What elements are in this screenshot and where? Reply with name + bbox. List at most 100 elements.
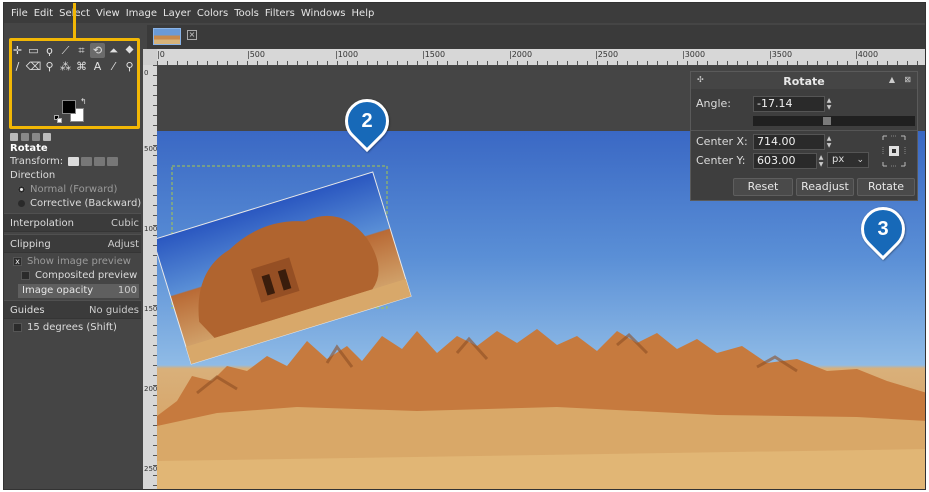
device-status-tab-icon[interactable] — [21, 133, 29, 141]
image-tabs-row: × — [147, 25, 925, 49]
dialog-separator — [691, 130, 917, 131]
ruler-mark: 0 — [144, 69, 149, 77]
warp-tool-icon[interactable]: ⏶ — [106, 43, 121, 58]
dialog-pin-icon[interactable]: ▲ — [889, 75, 895, 84]
readjust-button[interactable]: Readjust — [796, 178, 854, 196]
dialog-close-icon[interactable]: ⊠ — [904, 75, 911, 84]
rotated-image-preview — [157, 171, 412, 365]
transform-path-icon[interactable] — [94, 156, 106, 166]
menu-file[interactable]: File — [11, 8, 28, 19]
eraser-tool-icon[interactable]: ⌫ — [26, 59, 42, 74]
rotate-dialog-title: Rotate — [783, 75, 825, 88]
image-opacity-slider[interactable]: Image opacity 100 — [18, 284, 139, 298]
direction-normal-label: Normal (Forward) — [30, 184, 118, 195]
swap-colors-icon[interactable]: ↰ — [80, 97, 87, 106]
constrain-checkbox[interactable] — [13, 322, 22, 332]
center-y-input[interactable]: 603.00 — [753, 153, 817, 169]
angle-slider[interactable] — [753, 116, 915, 126]
transform-label: Transform: — [10, 156, 64, 167]
crop-tool-icon[interactable]: ⌗ — [74, 43, 89, 58]
guides-row[interactable]: Guides No guides — [4, 300, 141, 319]
angle-slider-knob[interactable] — [823, 117, 831, 125]
zoom-tool-icon[interactable]: ⚲ — [122, 59, 137, 74]
bucket-fill-tool-icon[interactable]: ⯁ — [122, 43, 137, 58]
composited-preview-checkbox[interactable] — [21, 270, 30, 280]
clone-tool-icon[interactable]: ⚲ — [42, 59, 57, 74]
paths-tool-icon[interactable]: ⌘ — [74, 59, 89, 74]
direction-corrective-label: Corrective (Backward) — [30, 198, 141, 209]
menu-help[interactable]: Help — [352, 8, 375, 19]
show-preview-checkbox[interactable]: x — [13, 256, 22, 266]
clipping-row[interactable]: Clipping Adjust — [4, 234, 141, 253]
text-tool-icon[interactable]: A — [90, 59, 105, 74]
transform-row: Transform: — [4, 155, 141, 169]
menu-windows[interactable]: Windows — [301, 8, 346, 19]
interpolation-value: Cubic — [111, 218, 139, 229]
rect-select-tool-icon[interactable]: ▭ — [26, 43, 41, 58]
show-preview-option[interactable]: x Show image preview — [4, 255, 141, 269]
gimp-window: File Edit Select View Image Layer Colors… — [3, 2, 926, 490]
image-opacity-value: 100 — [117, 285, 137, 296]
direction-heading: Direction — [10, 170, 56, 181]
ruler-mark: |1500 — [422, 50, 446, 59]
center-y-spinner-icon[interactable]: ▲ ▼ — [817, 154, 825, 168]
tool-options-tab-icon[interactable] — [10, 133, 18, 141]
ruler-mark: |1000 — [335, 50, 359, 59]
ruler-corner[interactable] — [143, 49, 157, 65]
smudge-tool-icon[interactable]: ⁂ — [58, 59, 73, 74]
rotate-button[interactable]: Rotate — [857, 178, 915, 196]
paintbrush-tool-icon[interactable]: / — [10, 59, 25, 74]
transform-image-icon[interactable] — [107, 156, 119, 166]
fuzzy-select-tool-icon[interactable]: ⟋ — [58, 43, 73, 58]
menu-filters[interactable]: Filters — [265, 8, 295, 19]
menu-view[interactable]: View — [96, 8, 120, 19]
menu-image[interactable]: Image — [126, 8, 157, 19]
tool-options-tabs — [4, 131, 141, 143]
direction-corrective-option[interactable]: Corrective (Backward) — [4, 197, 141, 211]
show-preview-label: Show image preview — [27, 256, 131, 267]
ruler-mark: |0 — [157, 50, 165, 59]
composited-preview-label: Composited preview — [35, 270, 138, 281]
constrain-option[interactable]: 15 degrees (Shift) — [4, 321, 141, 335]
image-tab-thumbnail[interactable] — [153, 28, 181, 45]
lasso-tool-icon[interactable]: ϙ — [42, 43, 57, 58]
constrain-label: 15 degrees (Shift) — [27, 322, 117, 333]
rotate-dialog-titlebar[interactable]: ✣ Rotate ▲ ⊠ — [691, 72, 917, 89]
ruler-mark: |2500 — [595, 50, 619, 59]
default-colors-icon[interactable] — [54, 115, 62, 123]
images-tab-icon[interactable] — [43, 133, 51, 141]
ruler-mark: |3000 — [682, 50, 706, 59]
menu-layer[interactable]: Layer — [163, 8, 191, 19]
angle-input[interactable]: -17.14 — [753, 96, 825, 112]
interpolation-row[interactable]: Interpolation Cubic — [4, 213, 141, 232]
ruler-mark: |500 — [247, 50, 265, 59]
angle-spinner-icon[interactable]: ▲ ▼ — [825, 97, 833, 111]
center-x-spinner-icon[interactable]: ▲ ▼ — [825, 135, 833, 149]
menu-edit[interactable]: Edit — [34, 8, 53, 19]
tool-options-panel: Rotate Transform: Direction Normal (Forw… — [4, 131, 141, 489]
close-tab-icon[interactable]: × — [187, 30, 197, 40]
color-picker-tool-icon[interactable]: ⁄ — [106, 59, 121, 74]
undo-history-tab-icon[interactable] — [32, 133, 40, 141]
move-tool-icon[interactable]: ✛ — [10, 43, 25, 58]
menu-colors[interactable]: Colors — [197, 8, 228, 19]
tool-grid: ✛ ▭ ϙ ⟋ ⌗ ⟲ ⏶ ⯁ / ⌫ ⚲ ⁂ ⌘ A ⁄ ⚲ — [10, 43, 137, 74]
transform-layer-icon[interactable] — [68, 156, 80, 166]
direction-normal-option[interactable]: Normal (Forward) — [4, 183, 141, 197]
direction-normal-radio[interactable] — [18, 185, 25, 193]
center-x-input[interactable]: 714.00 — [753, 134, 825, 150]
foreground-color-swatch[interactable] — [62, 100, 76, 114]
unit-select[interactable]: px ⌄ — [827, 152, 869, 168]
composited-preview-option[interactable]: Composited preview — [4, 269, 141, 283]
chevron-down-icon: ⌄ — [856, 155, 864, 165]
center-x-label: Center X: — [696, 135, 748, 148]
reset-button[interactable]: Reset — [733, 178, 793, 196]
center-chain-icon[interactable] — [879, 132, 909, 170]
vertical-ruler[interactable]: 0 500 1000 1500 2000 2500 — [143, 65, 157, 489]
horizontal-ruler[interactable]: |0 |500 |1000 |1500 |2000 |2500 |3000 |3… — [157, 49, 925, 65]
rotate-tool-icon[interactable]: ⟲ — [90, 43, 105, 58]
transform-selection-icon[interactable] — [81, 156, 93, 166]
menu-tools[interactable]: Tools — [234, 8, 259, 19]
ruler-mark: |2000 — [509, 50, 533, 59]
direction-corrective-radio[interactable] — [18, 199, 25, 207]
